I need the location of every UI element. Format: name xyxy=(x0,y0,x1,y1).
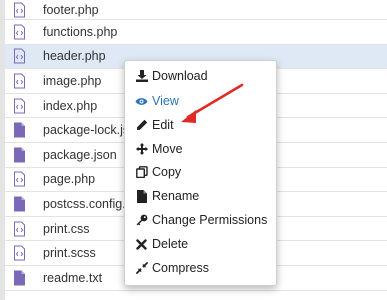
annotation-arrow xyxy=(181,83,244,123)
